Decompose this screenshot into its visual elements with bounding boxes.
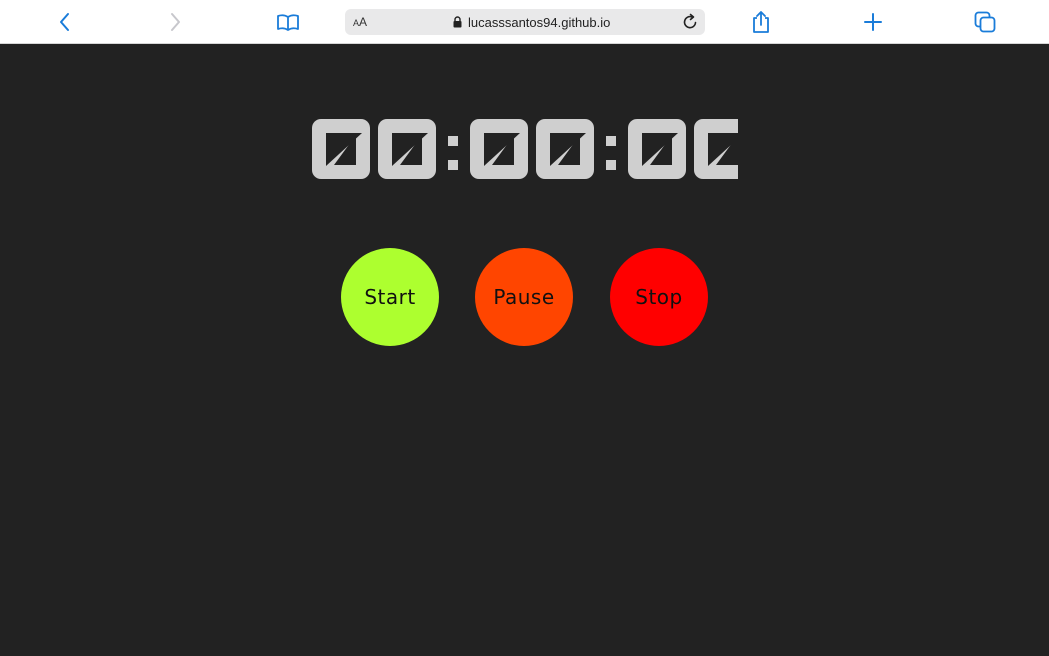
reload-icon [683,13,697,29]
forward-button[interactable] [162,10,188,34]
back-button[interactable] [52,10,78,34]
chevron-left-icon [60,13,69,31]
bookmarks-button[interactable] [275,10,301,34]
timer-digit: 0 [694,119,738,179]
timer-digit: 0 [378,119,436,179]
timer-colon [606,136,616,170]
lock-icon [453,16,462,28]
reload-button[interactable] [681,13,699,35]
share-button[interactable] [748,10,774,34]
tabs-button[interactable] [972,10,998,34]
timer-digit: 0 [470,119,528,179]
stopwatch-page: 000000 Start Pause Stop [0,44,1049,656]
pause-button[interactable]: Pause [475,248,573,346]
start-button[interactable]: Start [341,248,439,346]
browser-toolbar: AA lucasssantos94.github.io [0,0,1049,44]
stop-button[interactable]: Stop [610,248,708,346]
timer-display: 000000 [312,119,738,179]
text-size-large-label: A [359,15,368,29]
tabs-icon [974,11,996,33]
chevron-right-icon [171,13,180,31]
timer-digit: 0 [628,119,686,179]
plus-icon [864,13,882,31]
timer-digit: 0 [312,119,370,179]
book-icon [277,14,299,31]
text-size-button[interactable]: AA [353,15,367,30]
url-text: lucasssantos94.github.io [468,14,611,30]
timer-colon [448,136,458,170]
new-tab-button[interactable] [860,10,886,34]
share-icon [753,11,769,33]
address-bar[interactable]: AA lucasssantos94.github.io [345,9,705,35]
url-display[interactable]: lucasssantos94.github.io [453,14,610,30]
timer-digit: 0 [536,119,594,179]
